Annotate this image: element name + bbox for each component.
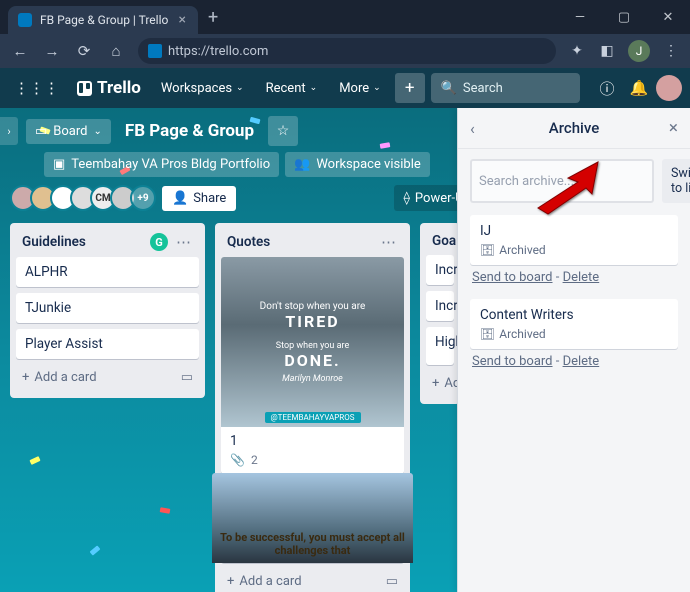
people-icon: 👥 [294, 157, 310, 172]
close-window-button[interactable]: ✕ [646, 0, 690, 34]
card[interactable]: Increase [426, 255, 454, 285]
card[interactable]: Don't stop when you are TIRED Stop when … [221, 257, 404, 474]
window-titlebar: FB Page & Group | Trello × + ― ▢ ✕ [0, 0, 690, 34]
board-view-switcher[interactable]: ▭ Board ⌄ [26, 119, 111, 144]
panel-title: Archive [490, 119, 658, 137]
list-menu-icon[interactable]: ⋯ [377, 233, 400, 251]
plus-icon: + [22, 370, 29, 385]
browser-toolbar: ← → ⟳ ⌂ https://trello.com ✦ ◧ J ⋮ [0, 34, 690, 68]
trello-logo[interactable]: Trello [71, 78, 147, 98]
archived-card[interactable]: IJ 🗄Archived [470, 215, 678, 265]
add-card-button[interactable]: + Add a card ▭ [221, 569, 404, 592]
maximize-button[interactable]: ▢ [602, 0, 646, 34]
address-bar[interactable]: https://trello.com [138, 38, 556, 64]
card-cover-image: Don't stop when you are TIRED Stop when … [221, 257, 404, 427]
workspaces-menu[interactable]: Workspaces⌄ [153, 75, 252, 102]
archived-card[interactable]: Content Writers 🗄Archived [470, 299, 678, 349]
info-icon[interactable]: ⓘ [592, 73, 622, 103]
share-icon: 👤 [172, 191, 188, 206]
list-title[interactable]: Goals [432, 233, 460, 249]
archive-icon: 🗄 [480, 327, 495, 341]
delete-link[interactable]: Delete [563, 354, 600, 369]
reload-button[interactable]: ⟳ [70, 37, 98, 65]
workspace-chip[interactable]: ▣ Teembahay VA Pros Bldg Portfolio [44, 152, 279, 177]
list-guidelines: Guidelines G ⋯ ALPHR TJunkie Player Assi… [10, 223, 205, 398]
rocket-icon: ⟠ [403, 191, 409, 206]
user-avatar[interactable] [656, 75, 682, 101]
add-card-button[interactable]: + Add [426, 371, 454, 396]
search-placeholder: Search [463, 81, 503, 96]
browser-profile-avatar[interactable]: J [628, 40, 650, 62]
trello-logo-icon [77, 81, 92, 96]
trello-topnav: ⋮⋮⋮ Trello Workspaces⌄ Recent⌄ More⌄ + 🔍… [0, 68, 690, 108]
list-title[interactable]: Guidelines [22, 234, 150, 250]
back-button[interactable]: ← [6, 37, 34, 65]
card[interactable]: To be successful, you must accept all ch… [221, 473, 404, 563]
grammarly-icon[interactable]: G [150, 233, 168, 251]
delete-link[interactable]: Delete [563, 270, 600, 285]
plus-icon: + [432, 376, 439, 391]
close-tab-icon[interactable]: × [177, 12, 188, 28]
site-identity-icon [148, 44, 162, 58]
panel-back-button[interactable]: ‹ [470, 119, 490, 138]
minimize-button[interactable]: ― [558, 0, 602, 34]
create-button[interactable]: + [395, 73, 425, 103]
chevron-down-icon: ⌄ [310, 83, 318, 93]
list-title[interactable]: Quotes [227, 234, 377, 250]
annotation-arrow [530, 158, 610, 222]
card[interactable]: ALPHR [16, 257, 199, 287]
more-menu[interactable]: More⌄ [331, 75, 389, 102]
list-menu-icon[interactable]: ⋯ [172, 233, 195, 251]
recent-menu[interactable]: Recent⌄ [258, 75, 326, 102]
window-controls: ― ▢ ✕ [558, 0, 690, 34]
card-cover-image: To be successful, you must accept all ch… [212, 473, 413, 563]
card[interactable]: Highlight Community [426, 327, 454, 365]
tab-title: FB Page & Group | Trello [40, 13, 177, 27]
archive-icon: 🗄 [480, 243, 495, 257]
extensions-icon[interactable]: ✦ [564, 38, 590, 64]
card[interactable]: TJunkie [16, 293, 199, 323]
panel-icon[interactable]: ◧ [594, 38, 620, 64]
card-template-icon[interactable]: ▭ [386, 574, 398, 589]
browser-menu-icon[interactable]: ⋮ [658, 38, 684, 64]
card-template-icon[interactable]: ▭ [181, 370, 193, 385]
visibility-chip[interactable]: 👥 Workspace visible [285, 152, 430, 177]
browser-tab[interactable]: FB Page & Group | Trello × [8, 6, 198, 34]
new-tab-button[interactable]: + [198, 7, 228, 28]
board-icon: ▭ [35, 124, 47, 139]
add-card-button[interactable]: + Add a card ▭ [16, 365, 199, 390]
url-text: https://trello.com [168, 44, 268, 59]
chevron-down-icon: ⌄ [373, 83, 381, 93]
board-title[interactable]: FB Page & Group [119, 117, 260, 145]
more-members[interactable]: +9 [130, 185, 156, 211]
app-switcher-icon[interactable]: ⋮⋮⋮ [8, 75, 65, 101]
star-board-button[interactable]: ☆ [268, 116, 298, 146]
send-to-board-link[interactable]: Send to board [472, 270, 553, 285]
notifications-icon[interactable]: 🔔 [624, 73, 654, 103]
attachment-icon: 📎 [230, 453, 245, 467]
list-goals: Goals Increase Increase Highlight Commun… [420, 223, 460, 404]
chevron-down-icon: ⌄ [236, 83, 244, 93]
card[interactable]: Increase [426, 291, 454, 321]
search-icon: 🔍 [441, 81, 457, 96]
trello-favicon [18, 13, 32, 27]
board-canvas: › ▭ Board ⌄ FB Page & Group ☆ ▣ Teembaha… [0, 108, 690, 592]
forward-button[interactable]: → [38, 37, 66, 65]
panel-close-button[interactable]: × [658, 118, 678, 138]
workspace-icon: ▣ [53, 157, 65, 172]
chevron-down-icon: ⌄ [94, 126, 102, 137]
switch-to-lists-button[interactable]: Switch to lists [662, 159, 690, 203]
card[interactable]: Player Assist [16, 329, 199, 359]
sidebar-expand-button[interactable]: › [0, 117, 18, 145]
plus-icon: + [227, 574, 234, 589]
global-search[interactable]: 🔍 Search [431, 73, 580, 103]
list-quotes: Quotes ⋯ Don't stop when you are TIRED S… [215, 223, 410, 592]
home-button[interactable]: ⌂ [102, 37, 130, 65]
send-to-board-link[interactable]: Send to board [472, 354, 553, 369]
board-members[interactable]: CM +9 [10, 185, 156, 211]
share-button[interactable]: 👤 Share [162, 186, 236, 211]
